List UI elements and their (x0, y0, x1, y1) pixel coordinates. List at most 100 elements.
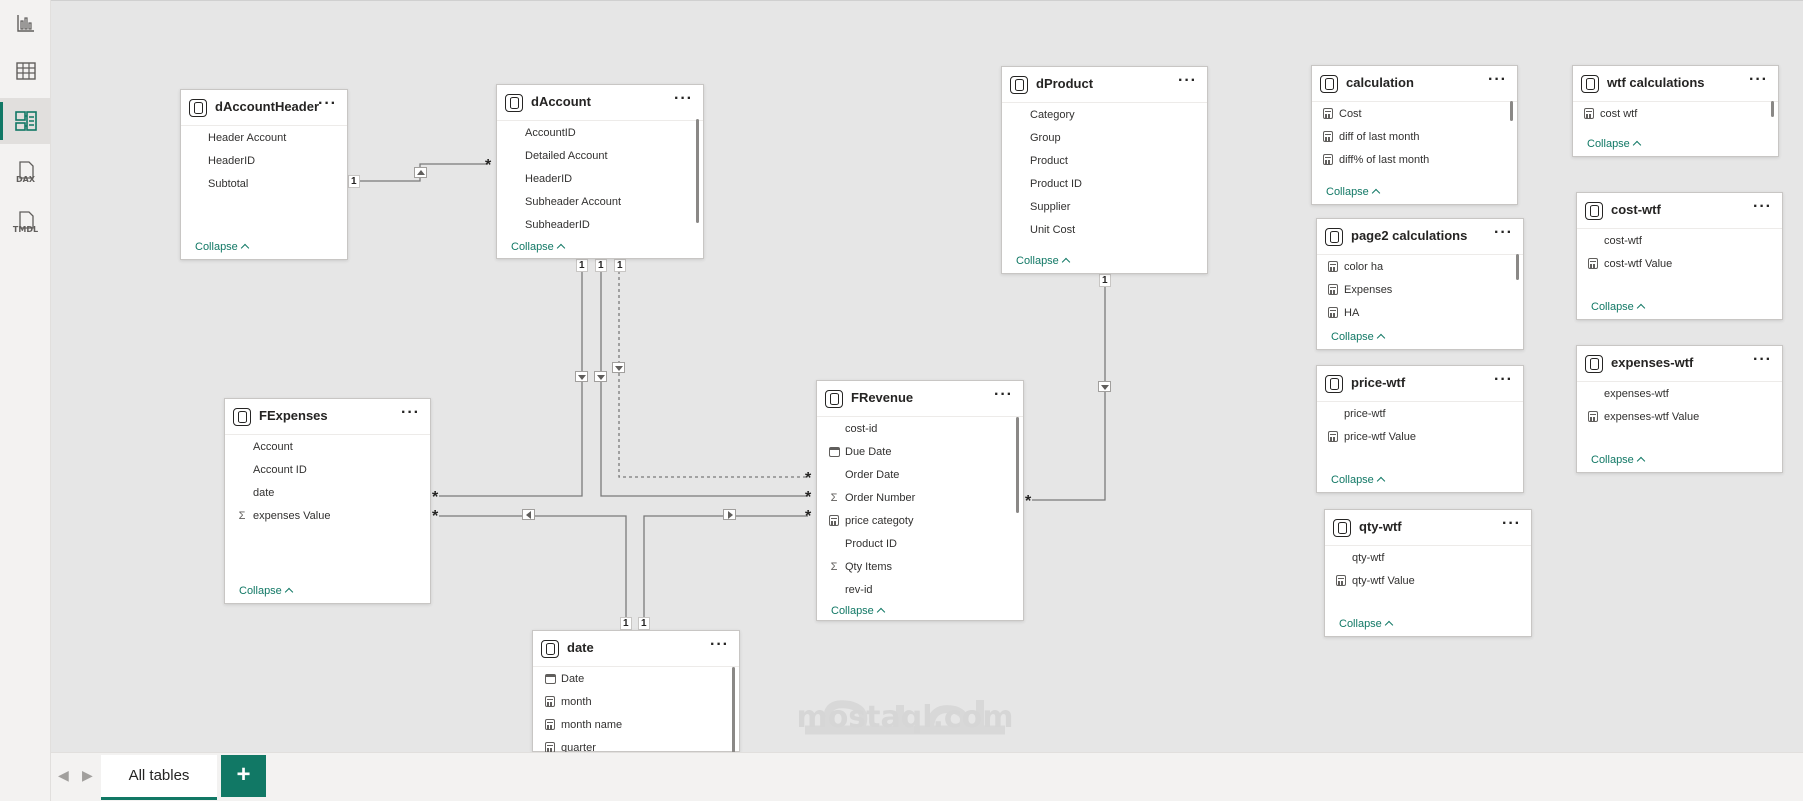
table-card-calculation[interactable]: calculation ··· Cost diff of last month … (1311, 65, 1518, 205)
more-options-button[interactable]: ··· (994, 387, 1013, 403)
scroll-tabs-right-icon[interactable]: ▶ (82, 767, 93, 784)
collapse-button[interactable]: Collapse (1587, 138, 1642, 150)
more-options-button[interactable]: ··· (1753, 352, 1772, 368)
field-row[interactable]: qty-wtf (1325, 547, 1531, 570)
field-row[interactable]: quarter (533, 737, 739, 753)
field-row[interactable]: expenses-wtf Value (1577, 406, 1782, 429)
field-row[interactable]: qty-wtf Value (1325, 570, 1531, 593)
table-card-daccountheader[interactable]: dAccountHeader ··· Header Account Header… (180, 89, 348, 260)
field-row[interactable]: Product ID (1002, 173, 1207, 196)
table-card-dproduct[interactable]: dProduct ··· Category Group Product Prod… (1001, 66, 1208, 274)
field-row[interactable]: Product (1002, 150, 1207, 173)
field-row[interactable]: Σ Order Number (817, 487, 1023, 510)
field-row[interactable]: Order Date (817, 464, 1023, 487)
collapse-button[interactable]: Collapse (1331, 331, 1386, 343)
more-options-button[interactable]: ··· (674, 91, 693, 107)
table-card-fexpenses[interactable]: FExpenses ··· Account Account ID date Σe… (224, 398, 431, 604)
field-row[interactable]: color ha (1317, 256, 1523, 279)
table-card-date[interactable]: date ··· Date month month name quarter (532, 630, 740, 753)
field-row[interactable]: Header Account (181, 127, 347, 150)
field-row[interactable]: Category (1002, 104, 1207, 127)
table-card-cost-wtf[interactable]: cost-wtf ··· cost-wtf cost-wtf Value Col… (1576, 192, 1783, 320)
collapse-button[interactable]: Collapse (1591, 301, 1646, 313)
more-options-button[interactable]: ··· (1753, 199, 1772, 215)
field-row[interactable]: Date (533, 668, 739, 691)
table-card-price-wtf[interactable]: price-wtf ··· price-wtf price-wtf Value … (1316, 365, 1524, 493)
field-row[interactable]: expenses-wtf (1577, 383, 1782, 406)
field-row[interactable]: Expenses (1317, 279, 1523, 302)
scrollbar[interactable] (1016, 417, 1019, 513)
field-row[interactable]: diff of last month (1312, 126, 1517, 149)
field-row[interactable]: month name (533, 714, 739, 737)
measure-icon (1326, 426, 1340, 449)
table-card-frevenue[interactable]: FRevenue ··· cost-id Due Date Order Date… (816, 380, 1024, 621)
field-row[interactable]: HeaderID (497, 168, 703, 191)
cardinality-many: * (805, 470, 812, 487)
table-card-daccount[interactable]: dAccount ··· AccountID Detailed Account … (496, 84, 704, 259)
layout-tab-bar: ◀ ▶ All tables + (51, 752, 1803, 801)
collapse-button[interactable]: Collapse (1591, 454, 1646, 466)
add-layout-button[interactable]: + (221, 755, 266, 797)
scroll-tabs-left-icon[interactable]: ◀ (58, 767, 69, 784)
field-row[interactable]: SubheaderID (497, 214, 703, 237)
field-row[interactable]: Unit Cost (1002, 219, 1207, 242)
field-row[interactable]: Account (225, 436, 430, 459)
field-row[interactable]: rev-id (817, 579, 1023, 596)
scrollbar[interactable] (696, 119, 699, 223)
collapse-button[interactable]: Collapse (1016, 255, 1071, 267)
field-row[interactable]: Due Date (817, 441, 1023, 464)
field-name: month (561, 696, 592, 708)
table-card-expenses-wtf[interactable]: expenses-wtf ··· expenses-wtf expenses-w… (1576, 345, 1783, 473)
field-row[interactable]: Subheader Account (497, 191, 703, 214)
more-options-button[interactable]: ··· (1488, 72, 1507, 88)
collapse-button[interactable]: Collapse (1339, 618, 1394, 630)
more-options-button[interactable]: ··· (1494, 372, 1513, 388)
field-row[interactable]: diff% of last month (1312, 149, 1517, 172)
collapse-button[interactable]: Collapse (1331, 474, 1386, 486)
field-row[interactable]: date (225, 482, 430, 505)
more-options-button[interactable]: ··· (1749, 72, 1768, 88)
table-card-page2-calculations[interactable]: page2 calculations ··· color ha Expenses… (1316, 218, 1524, 350)
field-row[interactable]: Σ Qty Items (817, 556, 1023, 579)
more-options-button[interactable]: ··· (1494, 225, 1513, 241)
field-row[interactable]: price categoty (817, 510, 1023, 533)
collapse-button[interactable]: Collapse (831, 605, 886, 617)
more-options-button[interactable]: ··· (401, 405, 420, 421)
field-row[interactable]: price-wtf Value (1317, 426, 1523, 449)
scrollbar[interactable] (1771, 101, 1774, 117)
more-options-button[interactable]: ··· (1502, 516, 1521, 532)
field-row[interactable]: cost-wtf (1577, 230, 1782, 253)
tab-all-tables[interactable]: All tables (101, 755, 217, 800)
table-card-wtf-calculations[interactable]: wtf calculations ··· cost wtf Collapse (1572, 65, 1779, 157)
field-row[interactable]: cost-id (817, 418, 1023, 441)
field-row[interactable]: Product ID (817, 533, 1023, 556)
field-row[interactable]: Σexpenses Value (225, 505, 430, 528)
more-options-button[interactable]: ··· (710, 637, 729, 653)
field-row[interactable]: HeaderID (181, 150, 347, 173)
collapse-button[interactable]: Collapse (195, 241, 250, 253)
field-row[interactable]: HA (1317, 302, 1523, 325)
field-row[interactable]: Subtotal (181, 173, 347, 196)
field-row[interactable]: Group (1002, 127, 1207, 150)
more-options-button[interactable]: ··· (1178, 73, 1197, 89)
field-row[interactable]: month (533, 691, 739, 714)
card-header: page2 calculations ··· (1317, 219, 1523, 255)
more-options-button[interactable]: ··· (318, 96, 337, 112)
field-row[interactable]: Cost (1312, 103, 1517, 126)
field-row[interactable]: Supplier (1002, 196, 1207, 219)
field-name: Supplier (1030, 201, 1071, 213)
scrollbar[interactable] (1516, 254, 1519, 280)
collapse-button[interactable]: Collapse (1326, 186, 1381, 198)
collapse-button[interactable]: Collapse (239, 585, 294, 597)
scrollbar[interactable] (732, 667, 735, 753)
table-card-qty-wtf[interactable]: qty-wtf ··· qty-wtf qty-wtf Value Collap… (1324, 509, 1532, 637)
filter-direction-down-icon (575, 371, 588, 382)
field-row[interactable]: cost-wtf Value (1577, 253, 1782, 276)
scrollbar[interactable] (1510, 101, 1513, 121)
field-row[interactable]: Detailed Account (497, 145, 703, 168)
field-row[interactable]: Account ID (225, 459, 430, 482)
field-row[interactable]: price-wtf (1317, 403, 1523, 426)
field-row[interactable]: cost wtf (1573, 103, 1778, 126)
field-row[interactable]: AccountID (497, 122, 703, 145)
collapse-button[interactable]: Collapse (511, 241, 566, 253)
